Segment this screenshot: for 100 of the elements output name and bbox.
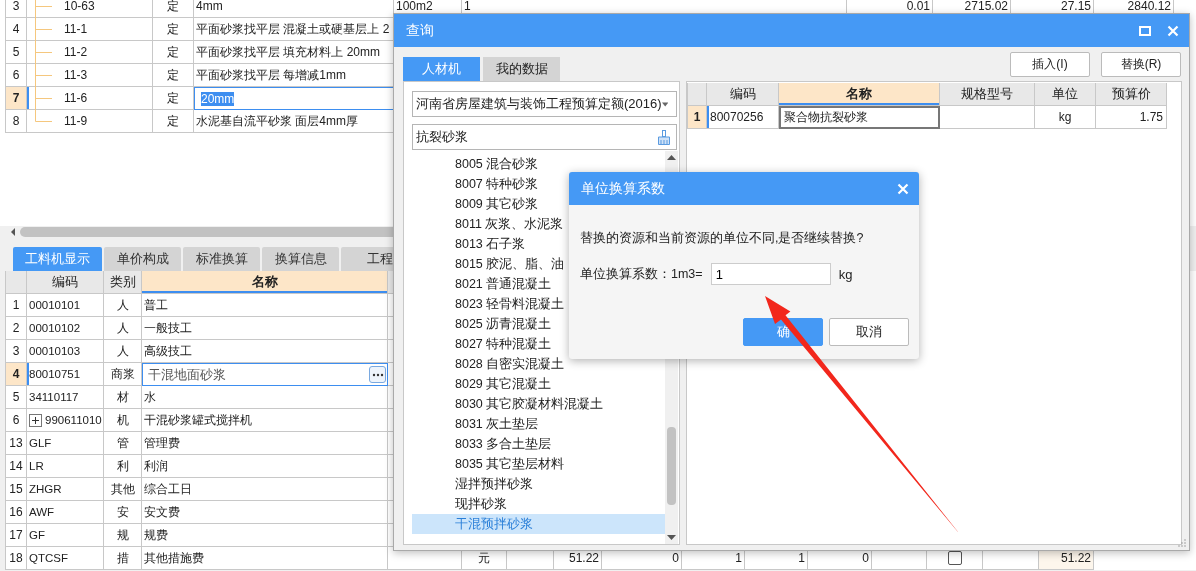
column-header[interactable]: 编码 bbox=[27, 271, 104, 294]
item-code: 11-9 bbox=[64, 114, 88, 128]
row-number[interactable]: 5 bbox=[5, 41, 27, 64]
column-header[interactable]: 规格型号 bbox=[940, 83, 1035, 106]
row-number[interactable]: 15 bbox=[5, 478, 27, 501]
table-cell: LR bbox=[27, 455, 104, 478]
tab[interactable]: 标准换算 bbox=[183, 247, 260, 271]
tab[interactable]: 单价构成 bbox=[104, 247, 181, 271]
table-cell: 机 bbox=[104, 409, 142, 432]
table-cell: 管理费 bbox=[142, 432, 388, 455]
header-corner bbox=[5, 271, 27, 294]
table-cell: 4mm bbox=[194, 0, 394, 18]
quota-dropdown[interactable]: 河南省房屋建筑与装饰工程预算定额(2016) bbox=[412, 91, 677, 117]
action-button[interactable]: 替换(R) bbox=[1101, 52, 1181, 77]
row-number[interactable]: 18 bbox=[5, 547, 27, 570]
table-cell: 一般技工 bbox=[142, 317, 388, 340]
table-cell: 其他 bbox=[104, 478, 142, 501]
column-header[interactable]: 预算价 bbox=[1096, 83, 1167, 106]
search-field[interactable]: 抗裂砂浆 bbox=[412, 124, 677, 150]
column-header[interactable]: 编码 bbox=[707, 83, 779, 106]
table-cell: 80010751 bbox=[27, 363, 104, 386]
scroll-up-icon bbox=[667, 155, 676, 160]
row-number[interactable]: 13 bbox=[5, 432, 27, 455]
tree-connector bbox=[35, 64, 52, 87]
cancel-button[interactable]: 取消 bbox=[829, 318, 909, 346]
table-cell: 高级技工 bbox=[142, 340, 388, 363]
table-cell: 措 bbox=[104, 547, 142, 570]
field-label: 单位换算系数：1m3= bbox=[580, 265, 703, 283]
close-icon[interactable] bbox=[1167, 24, 1179, 37]
tree-item[interactable]: 8028 自密实混凝土 bbox=[412, 354, 665, 374]
close-icon[interactable] bbox=[897, 182, 909, 195]
table-cell: GF bbox=[27, 524, 104, 547]
row-number[interactable]: 4 bbox=[5, 18, 27, 41]
table-cell: 安 bbox=[104, 501, 142, 524]
table-cell: GLF bbox=[27, 432, 104, 455]
table-cell: 规 bbox=[104, 524, 142, 547]
column-header[interactable]: 名称 bbox=[142, 271, 388, 294]
factor-input[interactable]: 1 bbox=[710, 263, 831, 285]
tree-item[interactable]: 现拌砂浆 bbox=[412, 494, 665, 514]
row-number[interactable]: 14 bbox=[5, 455, 27, 478]
row-number[interactable]: 3 bbox=[5, 340, 27, 363]
row-number[interactable]: 16 bbox=[5, 501, 27, 524]
row-number[interactable]: 5 bbox=[5, 386, 27, 409]
tree-item[interactable]: 8029 其它混凝土 bbox=[412, 374, 665, 394]
row-number[interactable]: 8 bbox=[5, 110, 27, 133]
brush-icon[interactable] bbox=[657, 129, 671, 145]
table-cell: 80070256 bbox=[707, 106, 779, 129]
table-cell: 聚合物抗裂砂浆 bbox=[779, 106, 940, 129]
table-cell: 材 bbox=[104, 386, 142, 409]
item-code: 11-6 bbox=[64, 91, 88, 105]
table-cell: 00010103 bbox=[27, 340, 104, 363]
row-number[interactable]: 2 bbox=[5, 317, 27, 340]
table-cell: 规费 bbox=[142, 524, 388, 547]
table-cell: 利 bbox=[104, 455, 142, 478]
table-cell: 其他措施费 bbox=[142, 547, 388, 570]
row-number[interactable]: 17 bbox=[5, 524, 27, 547]
tree-item[interactable]: 8033 多合土垫层 bbox=[412, 434, 665, 454]
unit-label: kg bbox=[838, 266, 853, 282]
tree-item[interactable]: 8031 灰土垫层 bbox=[412, 414, 665, 434]
tree-connector bbox=[35, 18, 52, 41]
table-cell: 综合工日 bbox=[142, 478, 388, 501]
tree-item[interactable]: 湿拌预拌砂浆 bbox=[412, 474, 665, 494]
tab[interactable]: 换算信息 bbox=[262, 247, 339, 271]
action-button[interactable]: 插入(I) bbox=[1010, 52, 1090, 77]
dropdown-caret-icon bbox=[661, 101, 668, 107]
resize-grip-icon bbox=[1178, 539, 1186, 547]
item-code: 11-3 bbox=[64, 68, 88, 82]
table-cell: 人 bbox=[104, 294, 142, 317]
row-number[interactable]: 1 bbox=[5, 294, 27, 317]
table-cell: 商浆 bbox=[104, 363, 142, 386]
table-cell: 34110117 bbox=[27, 386, 104, 409]
checkbox[interactable] bbox=[947, 551, 962, 565]
table-cell: 普工 bbox=[142, 294, 388, 317]
row-number[interactable]: 6 bbox=[5, 409, 27, 432]
scroll-thumb[interactable] bbox=[667, 427, 676, 505]
tab[interactable]: 我的数据 bbox=[483, 57, 560, 81]
table-cell: 安文费 bbox=[142, 501, 388, 524]
column-header[interactable]: 类别 bbox=[104, 271, 142, 294]
tree-item[interactable]: 8035 其它垫层材料 bbox=[412, 454, 665, 474]
item-code: 990611010 bbox=[45, 414, 102, 426]
tree-item[interactable]: 8005 混合砂浆 bbox=[412, 154, 665, 174]
table-cell: AWF bbox=[27, 501, 104, 524]
expand-icon[interactable] bbox=[29, 413, 42, 427]
table-cell: 干混砂浆罐式搅拌机 bbox=[142, 409, 388, 432]
maximize-icon[interactable] bbox=[1139, 24, 1151, 37]
row-number[interactable]: 7 bbox=[5, 87, 27, 110]
column-header[interactable]: 名称 bbox=[779, 83, 940, 106]
table-cell: 管 bbox=[104, 432, 142, 455]
tree-item[interactable]: 8030 其它胶凝材料混凝土 bbox=[412, 394, 665, 414]
table-cell: 人 bbox=[104, 340, 142, 363]
dialog-title: 查询 bbox=[406, 21, 434, 40]
table-cell: 水 bbox=[142, 386, 388, 409]
row-number[interactable]: 1 bbox=[687, 106, 707, 129]
item-code: 11-1 bbox=[64, 22, 88, 36]
tree-connector bbox=[35, 0, 52, 18]
table-cell: 00010101 bbox=[27, 294, 104, 317]
column-header[interactable]: 单位 bbox=[1035, 83, 1096, 106]
dialog-title: 单位换算系数 bbox=[581, 179, 665, 198]
row-number[interactable]: 4 bbox=[5, 363, 27, 386]
row-number[interactable]: 3 bbox=[5, 0, 27, 18]
